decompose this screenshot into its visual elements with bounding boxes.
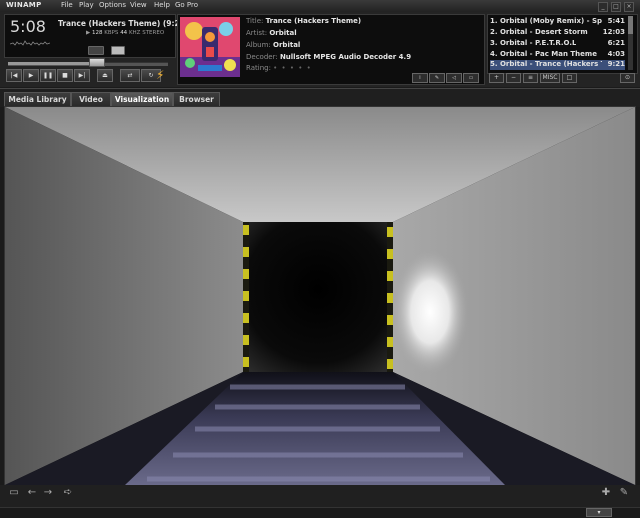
playlist-item-label: 3. Orbital - P.E.T.R.O.L	[490, 39, 577, 47]
meta-album-row: Album: Orbital	[246, 41, 300, 49]
prev-icon[interactable]: |◀	[6, 69, 22, 82]
playlist-item[interactable]: 1. Orbital (Moby Remix) - Spe... 5:41	[490, 17, 625, 27]
info-icon[interactable]: i	[412, 73, 428, 83]
misc-button[interactable]: MISC	[540, 73, 560, 83]
visualization-canvas[interactable]	[4, 106, 636, 486]
balance-slider[interactable]	[111, 46, 125, 55]
collapse-grip[interactable]: ▾	[586, 508, 612, 517]
seek-progress	[8, 62, 96, 65]
menu-file[interactable]: File	[61, 1, 73, 9]
tab-visualization[interactable]: Visualization	[111, 92, 173, 106]
stereo-indicator: STEREO	[142, 30, 165, 36]
menu-options[interactable]: Options	[99, 1, 126, 9]
menu-go-pro[interactable]: Go Pro	[175, 1, 198, 9]
playlist-item-label: 2. Orbital - Desert Storm	[490, 28, 588, 36]
remove-button[interactable]: −	[506, 73, 521, 83]
playlist-item[interactable]: 2. Orbital - Desert Storm 12:03	[490, 28, 625, 38]
decoder-label: Decoder:	[246, 53, 278, 61]
next-view-icon[interactable]: ▭	[463, 73, 479, 83]
manage-button[interactable]: □	[562, 73, 577, 83]
oscilloscope[interactable]	[10, 38, 50, 48]
bitrate-unit: KBPS	[104, 30, 119, 36]
playlist-item-label: 5. Orbital - Trance (Hackers T...	[490, 60, 602, 68]
artist-value: Orbital	[269, 29, 297, 37]
playlist-item-time: 4:03	[607, 50, 625, 58]
time-display[interactable]: 5:08	[10, 17, 46, 36]
menu-view[interactable]: View	[130, 1, 147, 9]
playlist-toolbar: + − ≡ MISC □	[489, 73, 577, 83]
playlist-scroll-thumb[interactable]	[628, 16, 633, 34]
playlist-item-time: 6:21	[607, 39, 625, 47]
app-name: WINAMP	[6, 1, 42, 9]
shuffle-icon[interactable]: ⇄	[120, 69, 140, 82]
bitrate-value: 128	[91, 30, 103, 36]
minimize-button[interactable]: _	[598, 2, 608, 12]
prev-view-icon[interactable]: ◁	[446, 73, 462, 83]
next-icon[interactable]: ▶|	[74, 69, 90, 82]
send-icon[interactable]: ➪	[60, 488, 76, 498]
status-bar	[0, 507, 640, 518]
menu-help[interactable]: Help	[154, 1, 170, 9]
tab-video[interactable]: Video	[71, 92, 111, 106]
playlist-options-button[interactable]: ⊙	[620, 73, 635, 83]
stop-icon[interactable]: ■	[57, 69, 73, 82]
play-icon[interactable]: ▶	[23, 69, 39, 82]
forward-arrow-icon[interactable]: →	[42, 488, 54, 498]
rating-stars[interactable]: • • • • •	[273, 64, 312, 72]
select-button[interactable]: ≡	[523, 73, 538, 83]
plugin-icon[interactable]: ✚	[600, 488, 612, 498]
samplerate-unit: KHZ	[128, 30, 141, 36]
artist-label: Artist:	[246, 29, 268, 37]
album-label: Album:	[246, 41, 271, 49]
close-button[interactable]: ×	[624, 2, 634, 12]
fullscreen-icon[interactable]: ▭	[8, 488, 20, 498]
maximize-button[interactable]: □	[611, 2, 621, 12]
album-value: Orbital	[273, 41, 301, 49]
add-button[interactable]: +	[489, 73, 504, 83]
wrench-icon[interactable]: ✎	[618, 488, 630, 498]
playlist-item[interactable]: 3. Orbital - P.E.T.R.O.L 6:21	[490, 39, 625, 49]
stream-info: ▶ 128 KBPS 44 KHZ STEREO	[86, 30, 164, 36]
edit-icon[interactable]: ✎	[429, 73, 445, 83]
menu-play[interactable]: Play	[79, 1, 94, 9]
meta-rating-row: Rating: • • • • •	[246, 64, 312, 72]
tab-browser[interactable]: Browser	[173, 92, 220, 106]
meta-title-row: Title: Trance (Hackers Theme)	[246, 17, 361, 25]
samplerate-value: 44	[120, 30, 128, 36]
back-arrow-icon[interactable]: ←	[26, 488, 38, 498]
album-art[interactable]	[180, 17, 240, 77]
lightning-icon[interactable]: ⚡	[156, 68, 168, 82]
tab-media-library[interactable]: Media Library	[4, 92, 71, 106]
play-state-icon: ▶	[86, 30, 91, 36]
decoder-value: Nullsoft MPEG Audio Decoder 4.9	[279, 53, 412, 61]
now-playing-title: Trance (Hackers Theme) (9:21)	[58, 19, 189, 28]
balance-left-button[interactable]	[88, 46, 104, 55]
title-value: Trance (Hackers Theme)	[265, 17, 362, 25]
playlist-item-time: 9:21	[607, 60, 625, 68]
pause-icon[interactable]: ❚❚	[40, 69, 56, 82]
playlist-item-selected[interactable]: 5. Orbital - Trance (Hackers T... 9:21	[490, 60, 625, 70]
transport-controls: |◀ ▶ ❚❚ ■ ▶| ⏏ ⇄ ↻	[6, 69, 161, 82]
playlist-item-label: 4. Orbital - Pac Man Theme	[490, 50, 597, 58]
playlist-item[interactable]: 4. Orbital - Pac Man Theme 4:03	[490, 50, 625, 60]
title-label: Title:	[246, 17, 264, 25]
meta-artist-row: Artist: Orbital	[246, 29, 297, 37]
playlist-item-time: 5:41	[607, 17, 625, 25]
meta-decoder-row: Decoder: Nullsoft MPEG Audio Decoder 4.9	[246, 53, 411, 61]
bottom-toolbar	[0, 485, 640, 507]
seek-thumb[interactable]	[89, 58, 105, 67]
rating-label: Rating:	[246, 64, 271, 72]
playlist-item-time: 12:03	[602, 28, 625, 36]
eject-icon[interactable]: ⏏	[97, 69, 113, 82]
playlist-item-label: 1. Orbital (Moby Remix) - Spe...	[490, 17, 602, 25]
